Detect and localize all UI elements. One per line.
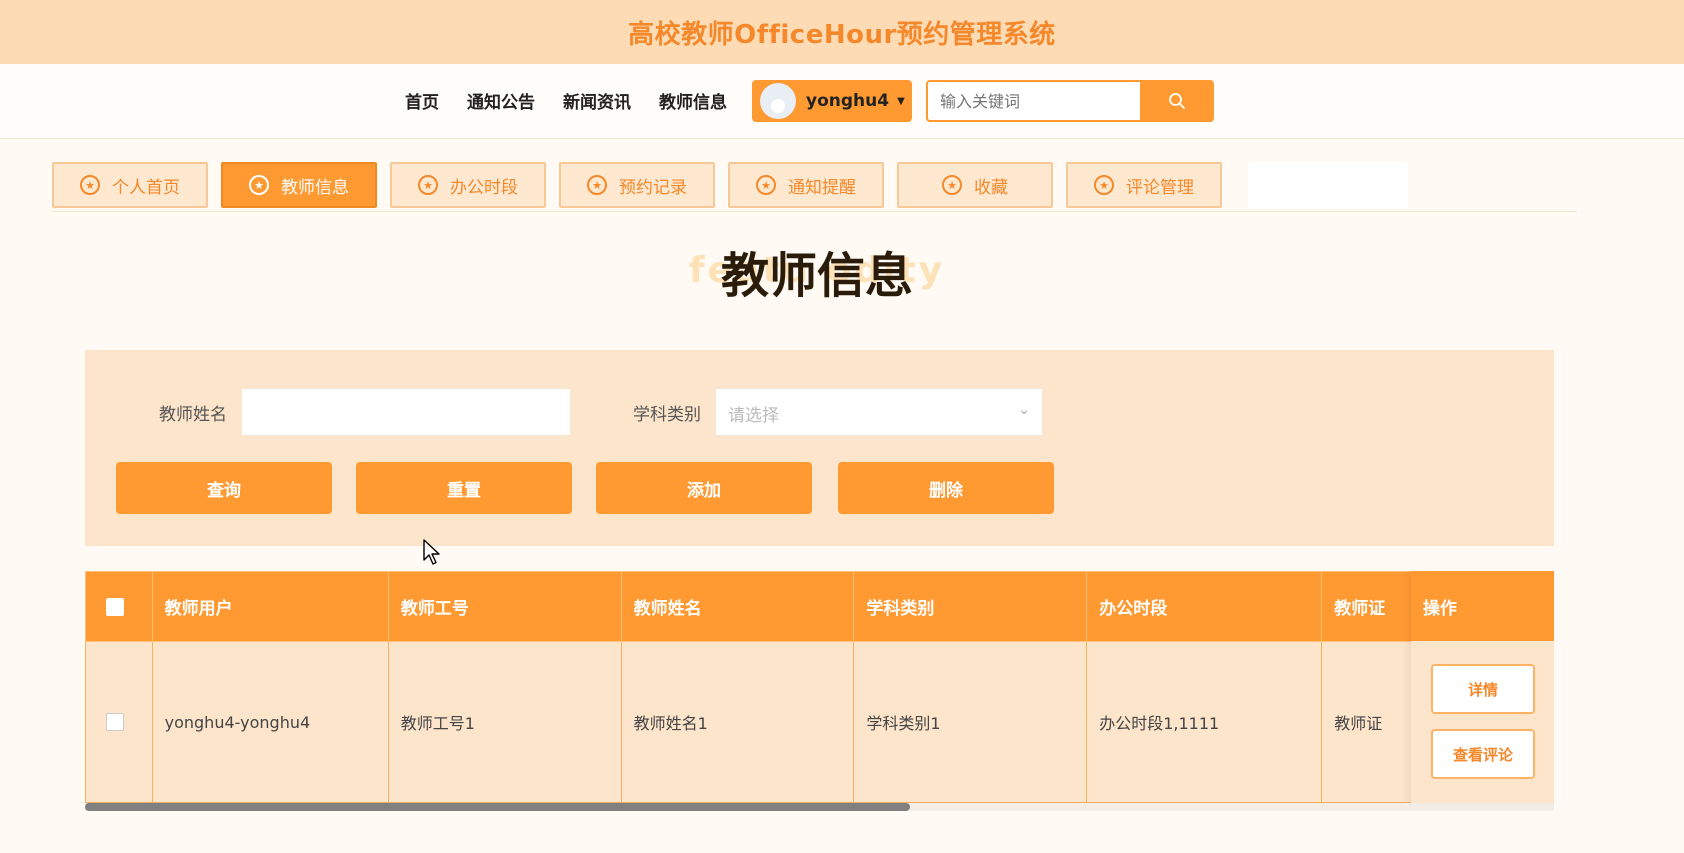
star-icon: ★ <box>249 175 269 195</box>
tab-label: 通知提醒 <box>788 177 856 198</box>
username: yonghu4 <box>806 91 890 111</box>
table-cell: yonghu4-yonghu4 <box>151 641 389 803</box>
star-icon: ★ <box>418 175 438 195</box>
filter-panel: 教师姓名 学科类别 请选择 ⌄ 查询 重置 添加 删除 <box>85 350 1554 546</box>
tab-notifications[interactable]: ★ 通知提醒 <box>728 162 884 208</box>
actions-column: 操作 详情 查看评论 <box>1411 571 1554 803</box>
nav-link-teachers[interactable]: 教师信息 <box>659 88 727 113</box>
star-icon: ★ <box>587 175 607 195</box>
search-button[interactable] <box>1140 80 1214 122</box>
table-row: yonghu4-yonghu4 教师工号1 教师姓名1 学科类别1 办公时段1,… <box>85 641 1554 803</box>
actions-header: 操作 <box>1411 571 1554 641</box>
page-heading: featu odity 教师信息 <box>0 236 1634 316</box>
column-header: 办公时段 <box>1086 571 1323 642</box>
horizontal-scrollbar-thumb[interactable] <box>85 803 910 811</box>
subject-category-label: 学科类别 <box>633 405 701 425</box>
top-banner: 高校教师OfficeHour预约管理系统 <box>0 0 1684 64</box>
tab-label: 评论管理 <box>1126 177 1194 198</box>
nav-link-news[interactable]: 新闻资讯 <box>563 88 631 113</box>
caret-down-icon: ▼ <box>897 95 905 107</box>
column-header: 教师用户 <box>151 571 389 642</box>
nav-link-home[interactable]: 首页 <box>405 88 439 113</box>
user-center-tabs: ★ 个人首页 ★ 教师信息 ★ 办公时段 ★ 预约记录 ★ 通知提醒 ★ 收藏 … <box>52 162 1235 208</box>
detail-button[interactable]: 详情 <box>1431 664 1535 714</box>
tab-label: 预约记录 <box>619 177 687 198</box>
delete-button[interactable]: 删除 <box>838 462 1054 514</box>
nav-links: 首页 通知公告 新闻资讯 教师信息 <box>405 88 755 113</box>
tab-label: 教师信息 <box>281 177 349 198</box>
table-header-row: 教师用户 教师工号 教师姓名 学科类别 办公时段 教师证 <box>85 571 1554 642</box>
select-all-cell <box>85 571 153 642</box>
chevron-down-icon: ⌄ <box>1018 402 1030 418</box>
search-icon <box>1169 93 1185 109</box>
subject-category-select[interactable]: 请选择 ⌄ <box>715 388 1043 436</box>
column-header: 教师工号 <box>387 571 622 642</box>
nav-link-notices[interactable]: 通知公告 <box>467 88 535 113</box>
tab-comments[interactable]: ★ 评论管理 <box>1066 162 1222 208</box>
search-bar <box>926 80 1214 122</box>
tab-spacer <box>1248 162 1408 208</box>
tab-label: 个人首页 <box>112 177 180 198</box>
tab-label: 收藏 <box>974 177 1008 198</box>
teacher-name-label: 教师姓名 <box>159 405 227 425</box>
data-table: 教师用户 教师工号 教师姓名 学科类别 办公时段 教师证 yonghu4-yon… <box>85 571 1554 803</box>
table-cell: 办公时段1,1111 <box>1086 641 1323 803</box>
search-button-query[interactable]: 查询 <box>116 462 332 514</box>
select-placeholder: 请选择 <box>728 406 779 426</box>
avatar <box>760 83 796 119</box>
row-checkbox[interactable] <box>106 713 124 731</box>
star-icon: ★ <box>756 175 776 195</box>
tab-office-hours[interactable]: ★ 办公时段 <box>390 162 546 208</box>
tab-favorites[interactable]: ★ 收藏 <box>897 162 1053 208</box>
reset-button[interactable]: 重置 <box>356 462 572 514</box>
mouse-cursor-icon <box>423 539 440 565</box>
user-menu-button[interactable]: yonghu4 ▼ <box>752 80 912 122</box>
add-button[interactable]: 添加 <box>596 462 812 514</box>
tab-appointments[interactable]: ★ 预约记录 <box>559 162 715 208</box>
view-comments-button[interactable]: 查看评论 <box>1431 729 1535 779</box>
divider <box>52 211 1577 212</box>
star-icon: ★ <box>942 175 962 195</box>
row-select-cell <box>85 641 153 803</box>
teacher-name-input[interactable] <box>241 388 571 436</box>
table-cell: 教师姓名1 <box>620 641 855 803</box>
select-all-checkbox[interactable] <box>106 597 124 616</box>
navbar: 首页 通知公告 新闻资讯 教师信息 yonghu4 ▼ <box>0 64 1684 139</box>
site-title: 高校教师OfficeHour预约管理系统 <box>628 19 1056 50</box>
star-icon: ★ <box>80 175 100 195</box>
table-cell: 教师工号1 <box>387 641 622 803</box>
search-input[interactable] <box>926 80 1140 122</box>
table-cell: 学科类别1 <box>853 641 1088 803</box>
tab-teacher-info[interactable]: ★ 教师信息 <box>221 162 377 208</box>
page-title: 教师信息 <box>720 248 913 304</box>
tab-personal-home[interactable]: ★ 个人首页 <box>52 162 208 208</box>
tab-label: 办公时段 <box>450 177 518 198</box>
star-icon: ★ <box>1094 175 1114 195</box>
teacher-table: 教师用户 教师工号 教师姓名 学科类别 办公时段 教师证 yonghu4-yon… <box>85 571 1554 803</box>
column-header: 教师姓名 <box>620 571 855 642</box>
column-header: 学科类别 <box>853 571 1088 642</box>
